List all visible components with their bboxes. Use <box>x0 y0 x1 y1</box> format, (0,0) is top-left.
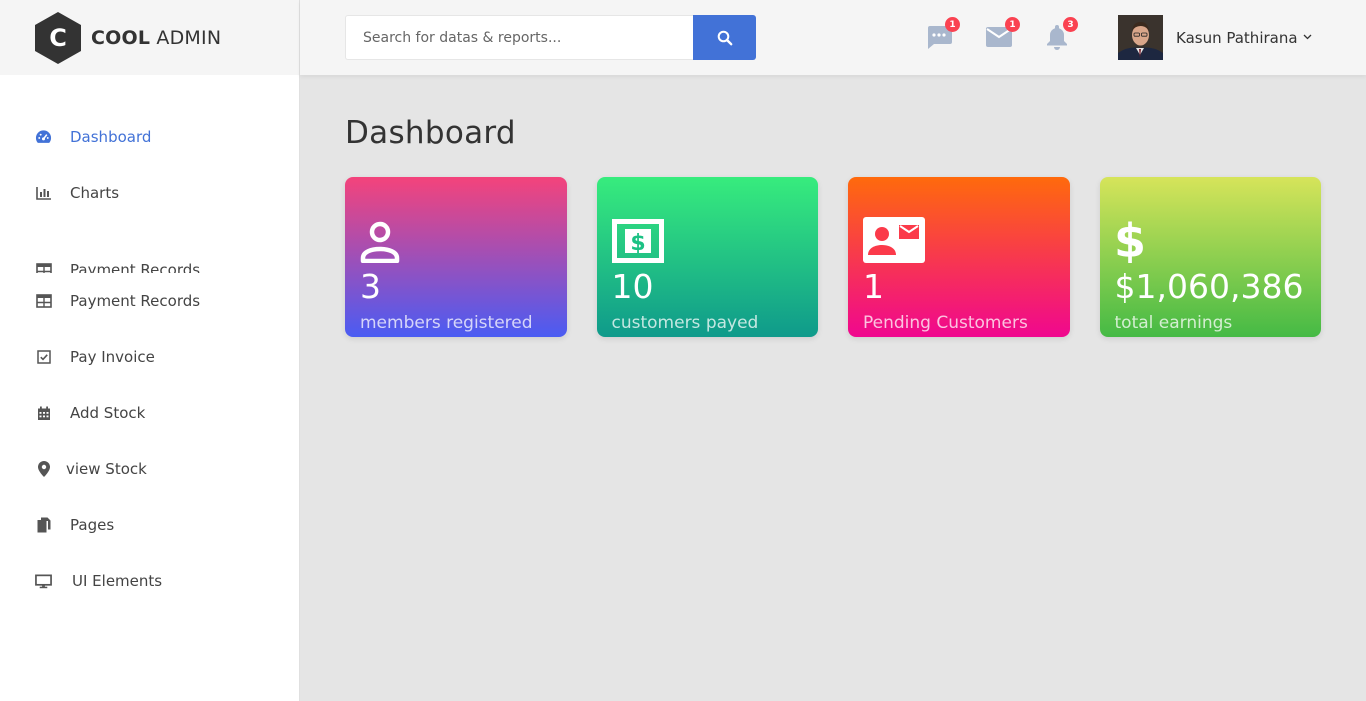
search-input[interactable] <box>345 15 693 60</box>
search-button[interactable] <box>693 15 756 60</box>
brand-logo[interactable]: C COOL ADMIN <box>0 0 299 75</box>
page-title: Dashboard <box>345 115 516 151</box>
messages-button[interactable]: 1 <box>924 17 960 52</box>
sidebar: C COOL ADMIN Dashboard Charts Payment Re… <box>0 0 300 701</box>
svg-text:$: $ <box>630 231 645 256</box>
sidebar-item-ui-elements[interactable]: UI Elements <box>0 553 299 609</box>
user-name: Kasun Pathirana <box>1176 28 1298 47</box>
copy-icon <box>35 517 52 534</box>
dollar-icon: $ <box>1115 213 1307 263</box>
stat-label: total earnings <box>1114 313 1233 333</box>
calendar-icon <box>35 405 52 422</box>
sidebar-item-payment-records[interactable]: Payment Records <box>0 273 299 329</box>
sidebar-item-dashboard[interactable]: Dashboard <box>0 109 299 165</box>
sidebar-item-label: Payment Records <box>70 292 201 310</box>
stat-value: $1,060,386 <box>1114 267 1304 306</box>
stat-label: customers payed <box>611 313 759 333</box>
sidebar-item-label: view Stock <box>66 460 147 478</box>
user-menu[interactable]: Kasun Pathirana <box>1118 15 1312 60</box>
tachometer-icon <box>35 129 52 146</box>
email-button[interactable]: 1 <box>984 17 1020 52</box>
stat-label: members registered <box>360 313 533 333</box>
stat-value: 1 <box>863 267 884 306</box>
chevron-down-icon <box>1303 32 1312 43</box>
stats-cards: 3 members registered $ 10 customers paye… <box>345 177 1321 337</box>
sidebar-nav: Dashboard Charts Payment Records Payment… <box>0 75 299 609</box>
notifications-button[interactable]: 3 <box>1042 17 1078 52</box>
sidebar-item-label: Charts <box>70 184 120 202</box>
sidebar-item-label: Pages <box>70 516 115 534</box>
sidebar-item-payment-records-submenu[interactable]: Payment Records <box>0 221 299 273</box>
messages-count-badge: 1 <box>945 17 960 32</box>
sidebar-item-pay-invoice[interactable]: Pay Invoice <box>0 329 299 385</box>
main-content: Dashboard 3 members registered $ 10 cust… <box>345 75 1321 337</box>
sidebar-item-label: Pay Invoice <box>70 348 155 366</box>
sidebar-item-label: Dashboard <box>70 128 152 146</box>
sidebar-item-label: Payment Records <box>70 261 201 273</box>
avatar <box>1118 15 1163 60</box>
stat-card-total-earnings[interactable]: $ $1,060,386 total earnings <box>1099 177 1321 337</box>
stat-card-members[interactable]: 3 members registered <box>345 177 567 337</box>
desktop-icon <box>35 573 52 590</box>
brand-name: COOL ADMIN <box>91 26 222 49</box>
check-square-icon <box>35 349 52 366</box>
stat-label: Pending Customers <box>863 313 1028 333</box>
sidebar-item-pages[interactable]: Pages <box>0 497 299 553</box>
stat-value: 3 <box>360 267 381 306</box>
svg-text:$: $ <box>1115 215 1145 263</box>
sidebar-item-label: Add Stock <box>70 404 146 422</box>
stat-card-customers-payed[interactable]: $ 10 customers payed <box>596 177 818 337</box>
table-icon <box>35 293 52 310</box>
notifications-count-badge: 3 <box>1063 17 1078 32</box>
account-icon <box>360 213 552 263</box>
table-icon <box>35 262 52 273</box>
sidebar-item-view-stock[interactable]: view Stock <box>0 441 299 497</box>
sidebar-item-label: UI Elements <box>72 572 163 590</box>
map-marker-icon <box>35 461 52 478</box>
sidebar-item-add-stock[interactable]: Add Stock <box>0 385 299 441</box>
sidebar-item-charts[interactable]: Charts <box>0 165 299 221</box>
logo-hexagon-icon: C <box>35 11 81 64</box>
contact-mail-icon <box>863 213 1055 263</box>
top-header: 1 1 3 Kasun Pathirana <box>300 0 1366 75</box>
stat-value: 10 <box>611 267 654 306</box>
stat-card-pending-customers[interactable]: 1 Pending Customers <box>848 177 1070 337</box>
email-count-badge: 1 <box>1005 17 1020 32</box>
bar-chart-icon <box>35 185 52 202</box>
dollar-box-icon: $ <box>611 213 804 263</box>
search-form <box>345 15 756 60</box>
svg-text:C: C <box>49 24 67 52</box>
search-icon <box>717 30 732 45</box>
